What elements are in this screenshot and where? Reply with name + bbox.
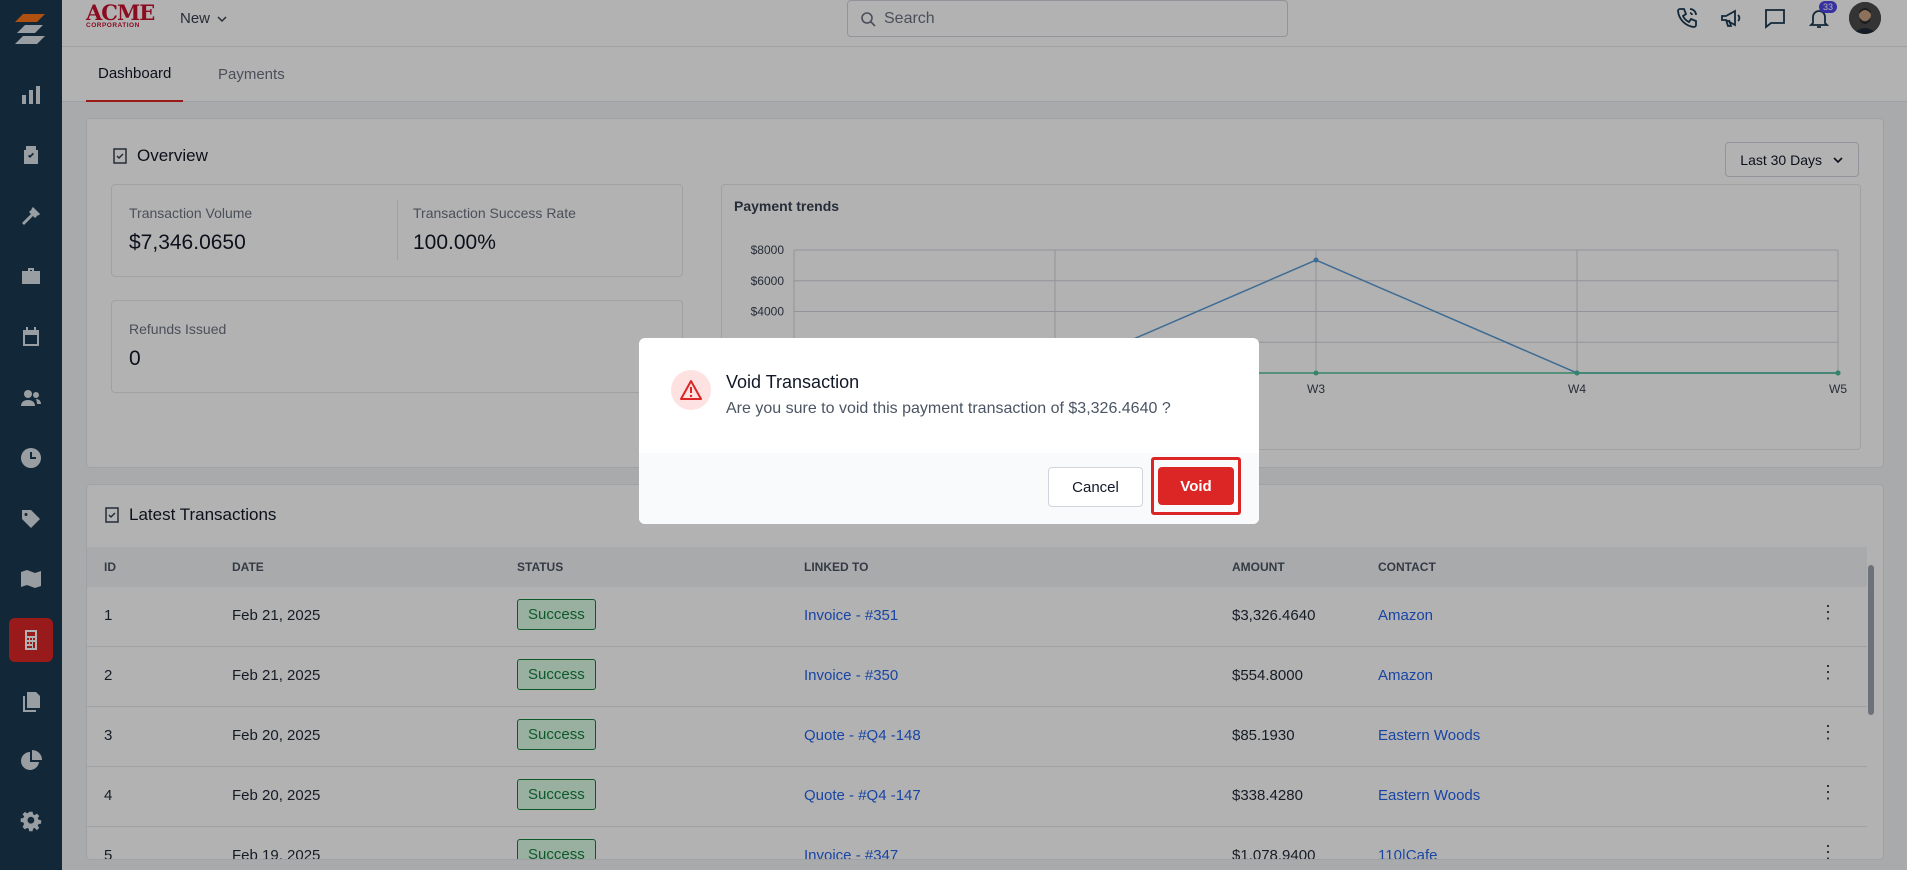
dialog-title: Void Transaction (726, 372, 860, 392)
void-button-highlight: Void (1151, 457, 1241, 515)
warning-icon (671, 370, 711, 410)
void-button[interactable]: Void (1158, 467, 1234, 505)
void-transaction-dialog: Void Transaction Are you sure to void th… (639, 338, 1259, 524)
cancel-button[interactable]: Cancel (1048, 467, 1143, 507)
dialog-footer: Cancel Void (639, 453, 1259, 524)
dialog-message: Are you sure to void this payment transa… (726, 400, 1171, 417)
